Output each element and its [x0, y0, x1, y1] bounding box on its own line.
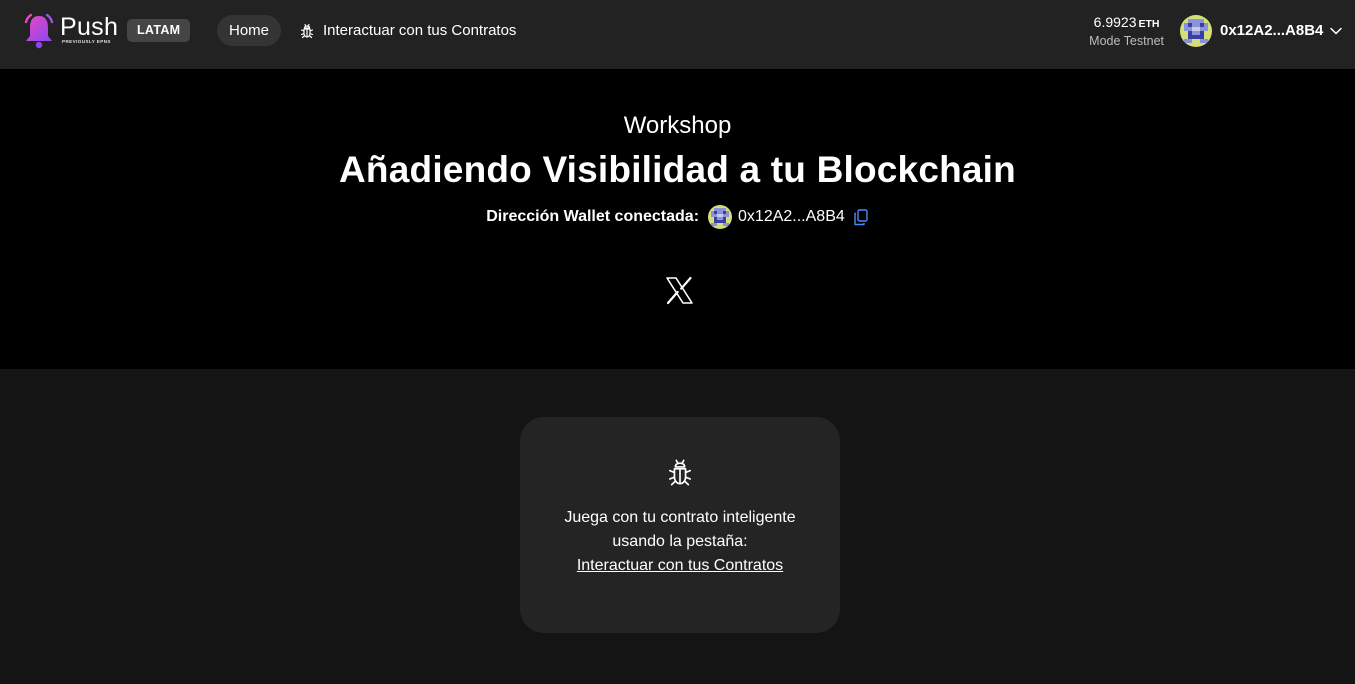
balance-unit: ETH	[1138, 18, 1160, 30]
nav-contracts-label: Interactuar con tus Contratos	[323, 22, 517, 39]
hero-kicker: Workshop	[623, 112, 732, 139]
copy-icon[interactable]	[853, 208, 869, 226]
push-bell-logo-icon	[24, 13, 54, 49]
hero-section: Workshop Añadiendo Visibilidad a tu Bloc…	[0, 69, 1355, 369]
nav-contracts-link[interactable]: Interactuar con tus Contratos	[300, 15, 516, 46]
top-navbar: Push PREVIOUSLY EPNS LATAM Home Interact…	[0, 0, 1355, 69]
account-menu-button[interactable]: 0x12A2...A8B4	[1178, 13, 1348, 48]
x-logo-icon[interactable]	[665, 276, 694, 305]
account-address: 0x12A2...A8B4	[1220, 22, 1324, 39]
blockie-avatar-icon	[1180, 14, 1212, 47]
balance-amount: 6.9923	[1093, 14, 1137, 30]
card-message: Juega con tu contrato inteligente usando…	[520, 506, 840, 554]
logo-wordmark: Push	[60, 13, 119, 41]
connected-wallet: Dirección Wallet conectada: 0x12A2...A8B…	[0, 205, 1355, 229]
page-title: Añadiendo Visibilidad a tu Blockchain	[339, 149, 1016, 190]
eth-balance: 6.9923 ETH Mode Testnet	[1089, 14, 1164, 50]
push-logo[interactable]: Push PREVIOUSLY EPNS	[22, 12, 118, 50]
chevron-down-icon	[1330, 27, 1343, 34]
blockie-avatar-icon	[708, 205, 733, 229]
wallet-label: Dirección Wallet conectada:	[486, 208, 700, 225]
latam-badge: LATAM	[127, 19, 191, 42]
wallet-address: 0x12A2...A8B4	[738, 208, 845, 225]
network-name: Mode Testnet	[1089, 34, 1164, 48]
card-message-line-2: usando la pestaña:	[612, 533, 748, 550]
bug-icon	[300, 23, 314, 38]
card-message-line-1: Juega con tu contrato inteligente	[564, 509, 796, 526]
card-contracts-link[interactable]: Interactuar con tus Contratos	[577, 557, 783, 574]
info-card: Juega con tu contrato inteligente usando…	[520, 417, 840, 633]
logo-subtitle: PREVIOUSLY EPNS	[62, 39, 111, 44]
bug-icon	[668, 459, 692, 486]
nav-home-button[interactable]: Home	[217, 15, 282, 46]
